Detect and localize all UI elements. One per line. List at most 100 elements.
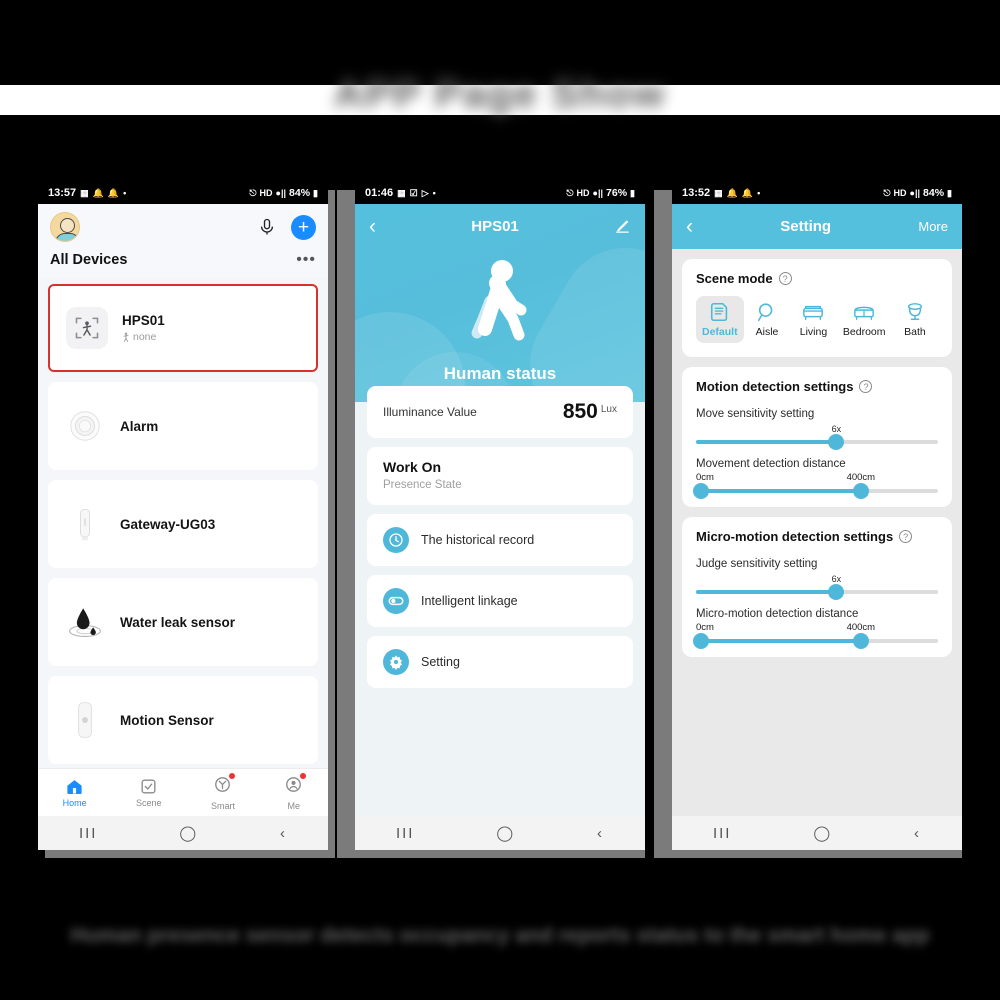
help-icon[interactable]: ? bbox=[778, 272, 792, 285]
screenshot-canvas: APP Page Show 13:57 ▦ 🔔 🔔 • ⎋ HD ●|| 84%… bbox=[0, 0, 1000, 1000]
scene-option-living[interactable]: Living bbox=[790, 296, 836, 343]
scene-option-default[interactable]: Default bbox=[696, 296, 744, 343]
back-arrow-icon[interactable]: ‹ bbox=[369, 216, 376, 237]
phone-screen-device-list: 13:57 ▦ 🔔 🔔 • ⎋ HD ●|| 84% ▮ + All Devic… bbox=[38, 182, 328, 850]
home-button[interactable]: ◯ bbox=[813, 824, 832, 842]
judge-sensitivity-slider[interactable] bbox=[696, 584, 938, 600]
microphone-icon[interactable] bbox=[257, 217, 277, 237]
tab-home[interactable]: Home bbox=[63, 777, 87, 808]
section-title-text: Scene mode bbox=[696, 271, 773, 286]
slider-value: 6x bbox=[831, 574, 842, 584]
back-button[interactable]: ‹ bbox=[597, 825, 604, 842]
pencil-edit-icon[interactable] bbox=[614, 218, 631, 235]
recents-button[interactable]: III bbox=[713, 825, 732, 842]
bell-icon-2: 🔔 bbox=[741, 187, 754, 198]
scene-mode-section: Scene mode ? Default Aisle Living Bedroo… bbox=[682, 259, 952, 357]
device-list: HPS01 none Alarm Gateway-UG03 Water leak… bbox=[38, 278, 328, 768]
checkbox-icon: ☑ bbox=[409, 187, 418, 198]
device-card-hps01[interactable]: HPS01 none bbox=[48, 284, 318, 372]
device-name: Gateway-UG03 bbox=[120, 516, 216, 532]
hero-panel: ‹ HPS01 Human status bbox=[355, 204, 645, 402]
settings-scroll: Scene mode ? Default Aisle Living Bedroo… bbox=[672, 249, 962, 816]
device-name: Alarm bbox=[120, 418, 159, 434]
phone2-clock: 01:46 bbox=[365, 187, 394, 199]
illuminance-card: Illuminance Value 850 Lux bbox=[367, 386, 633, 438]
back-button[interactable]: ‹ bbox=[914, 825, 921, 842]
scene-option-bedroom[interactable]: Bedroom bbox=[837, 296, 892, 343]
dot-icon: • bbox=[757, 187, 761, 198]
device-card-motion-sensor[interactable]: Motion Sensor bbox=[48, 676, 318, 764]
device-card-gateway[interactable]: Gateway-UG03 bbox=[48, 480, 318, 568]
magnifier-icon bbox=[758, 303, 773, 322]
range-min: 0cm bbox=[696, 622, 714, 633]
move-sensitivity-slider[interactable] bbox=[696, 434, 938, 450]
scene-check-icon bbox=[141, 779, 156, 794]
sofa-icon bbox=[803, 305, 824, 321]
walking-person-icon bbox=[471, 260, 527, 341]
range-min: 0cm bbox=[696, 472, 714, 483]
signal-icon: ●|| bbox=[275, 187, 287, 198]
battery-icon: ▮ bbox=[947, 187, 952, 198]
scene-label: Bedroom bbox=[842, 326, 886, 338]
phone1-header: + All Devices ••• bbox=[38, 204, 328, 278]
menu-item-setting[interactable]: Setting bbox=[367, 636, 633, 688]
document-icon bbox=[710, 302, 727, 322]
back-arrow-icon[interactable]: ‹ bbox=[686, 216, 693, 237]
menu-item-intelligent-linkage[interactable]: Intelligent linkage bbox=[367, 575, 633, 627]
movement-distance-group: Movement detection distance 0cm 400cm bbox=[692, 458, 938, 499]
tab-label: Me bbox=[287, 800, 301, 811]
wifi-icon: ⎋ bbox=[249, 187, 257, 198]
bottom-tab-bar: Home Scene Smart Me bbox=[38, 768, 328, 816]
home-button[interactable]: ◯ bbox=[496, 824, 515, 842]
appbar-title: HPS01 bbox=[471, 218, 519, 235]
micro-distance-group: Micro-motion detection distance 0cm 400c… bbox=[692, 608, 938, 649]
slider-label: Judge sensitivity setting bbox=[696, 558, 818, 570]
movement-distance-slider[interactable] bbox=[692, 483, 938, 499]
recents-button[interactable]: III bbox=[79, 825, 98, 842]
phone2-battery-text: 76% bbox=[606, 187, 628, 199]
more-button[interactable]: More bbox=[918, 219, 948, 234]
dot-icon: • bbox=[123, 187, 127, 198]
tab-scene[interactable]: Scene bbox=[136, 777, 162, 808]
android-nav-bar-2: III ◯ ‹ bbox=[355, 816, 645, 850]
gateway-dongle-icon bbox=[64, 503, 106, 545]
scene-label: Default bbox=[702, 326, 738, 338]
gallery-icon: ▦ bbox=[714, 187, 723, 198]
scene-option-aisle[interactable]: Aisle bbox=[744, 296, 790, 343]
add-device-button[interactable]: + bbox=[291, 214, 316, 240]
phone3-appbar: ‹ Setting More bbox=[672, 204, 962, 249]
work-state-title: Work On bbox=[383, 459, 442, 475]
device-card-alarm[interactable]: Alarm bbox=[48, 382, 318, 470]
hd-icon: HD bbox=[259, 187, 273, 198]
scene-option-bath[interactable]: Bath bbox=[892, 296, 938, 343]
overflow-menu-icon[interactable]: ••• bbox=[296, 252, 316, 267]
tab-me[interactable]: Me bbox=[284, 772, 307, 811]
help-icon[interactable]: ? bbox=[859, 380, 873, 393]
phone3-clock: 13:52 bbox=[682, 187, 711, 199]
battery-icon: ▮ bbox=[630, 187, 635, 198]
recents-button[interactable]: III bbox=[396, 825, 415, 842]
home-button[interactable]: ◯ bbox=[179, 824, 198, 842]
help-icon[interactable]: ? bbox=[899, 530, 913, 543]
micro-motion-detection-section: Micro-motion detection settings ? Judge … bbox=[682, 517, 952, 657]
clock-icon bbox=[383, 527, 409, 553]
tab-label: Smart bbox=[210, 800, 235, 811]
device-card-water-leak[interactable]: Water leak sensor bbox=[48, 578, 318, 666]
illuminance-value: 850 bbox=[562, 400, 598, 423]
battery-icon: ▮ bbox=[313, 187, 318, 198]
walk-mini-icon bbox=[123, 332, 129, 342]
alarm-siren-icon bbox=[64, 405, 106, 447]
gallery-icon: ▦ bbox=[80, 187, 89, 198]
micro-distance-slider[interactable] bbox=[692, 633, 938, 649]
menu-item-historical-record[interactable]: The historical record bbox=[367, 514, 633, 566]
menu-label: Intelligent linkage bbox=[421, 594, 518, 608]
signal-icon: ●|| bbox=[592, 187, 604, 198]
detail-cards: Illuminance Value 850 Lux Work On Presenc… bbox=[355, 386, 645, 697]
tab-smart[interactable]: Smart bbox=[210, 772, 236, 811]
phone-screen-device-detail: 01:46 ▦ ☑ ▷ • ⎋ HD ●|| 76% ▮ ‹ HPS01 Hum… bbox=[355, 182, 645, 850]
back-button[interactable]: ‹ bbox=[280, 825, 287, 842]
wifi-icon: ⎋ bbox=[883, 187, 891, 198]
dot-icon: • bbox=[432, 187, 436, 198]
avatar[interactable] bbox=[50, 212, 80, 242]
bell-icon-2: 🔔 bbox=[107, 187, 120, 198]
